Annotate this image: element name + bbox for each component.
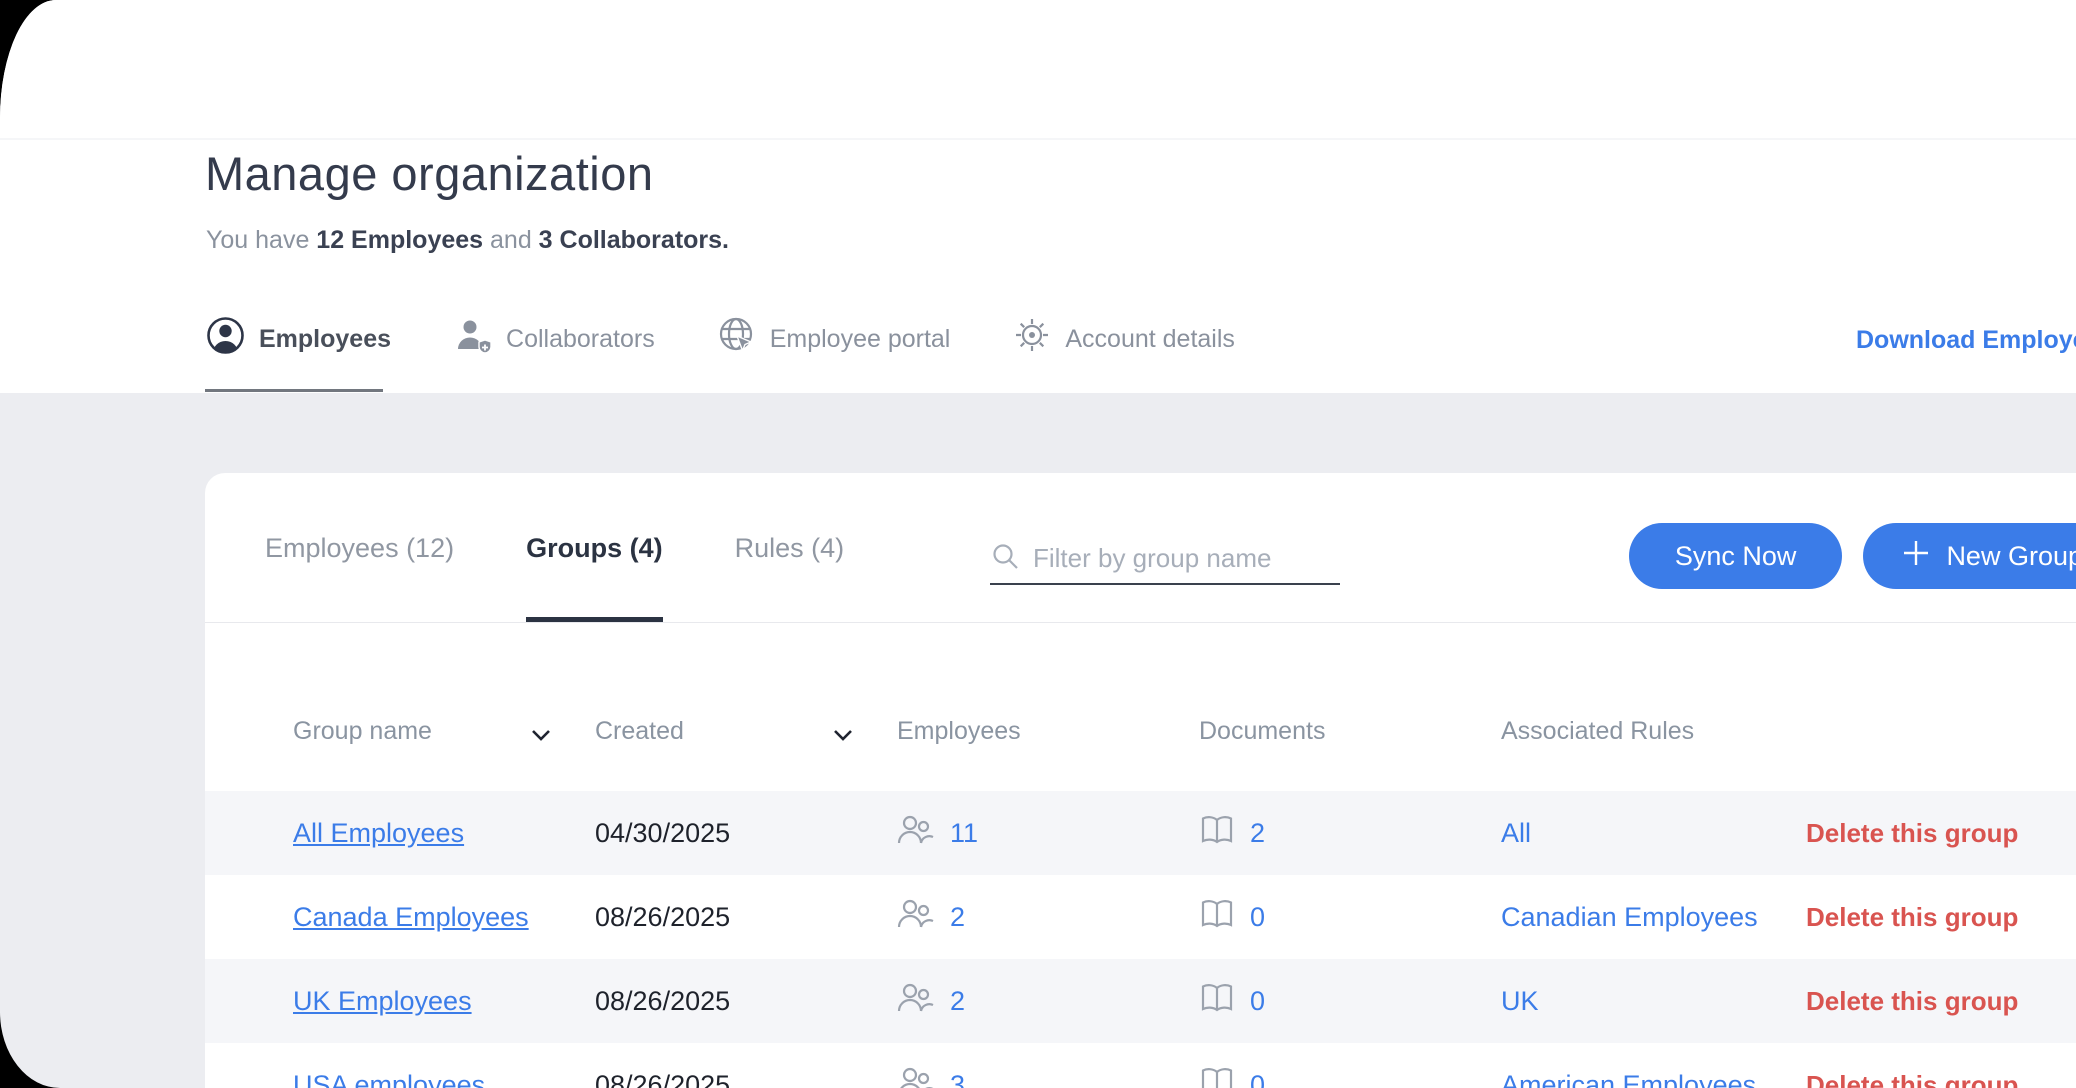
column-associated-rules: Associated Rules	[1501, 717, 1806, 746]
globe-cursor-icon	[717, 315, 757, 363]
documents-count-cell[interactable]: 0	[1199, 899, 1501, 936]
summary-prefix: You have	[206, 226, 316, 254]
table-row: UK Employees 08/26/2025 2	[205, 959, 2076, 1043]
created-cell: 04/30/2025	[595, 818, 897, 849]
documents-count: 0	[1250, 902, 1265, 933]
page-body: Employees (12) Groups (4) Rules (4) Sync…	[0, 393, 2076, 1088]
group-name-cell: UK Employees	[293, 986, 595, 1017]
group-name-cell: USA employees	[293, 1070, 595, 1088]
plus-icon	[1901, 538, 1931, 575]
card-tab-bar: Employees (12) Groups (4) Rules (4) Sync…	[205, 473, 2076, 623]
documents-count: 0	[1250, 986, 1265, 1017]
people-icon	[897, 982, 935, 1021]
associated-rules-link[interactable]: Canadian Employees	[1501, 902, 1806, 933]
associated-rules-link[interactable]: All	[1501, 818, 1806, 849]
delete-group-link[interactable]: Delete this group	[1806, 986, 2076, 1017]
column-group-name[interactable]: Group name	[293, 717, 595, 746]
book-icon	[1199, 815, 1235, 852]
table-row: Canada Employees 08/26/2025 2	[205, 875, 2076, 959]
table-body: All Employees 04/30/2025 11	[205, 791, 2076, 1088]
associated-rules-link[interactable]: UK	[1501, 986, 1806, 1017]
groups-card: Employees (12) Groups (4) Rules (4) Sync…	[205, 473, 2076, 1088]
sync-now-button[interactable]: Sync Now	[1629, 523, 1843, 589]
group-link[interactable]: USA employees	[293, 1070, 485, 1088]
subtab-groups[interactable]: Groups (4)	[526, 473, 663, 623]
card-tab-divider	[205, 622, 2076, 623]
employees-count-cell[interactable]: 3	[897, 1066, 1199, 1088]
people-icon	[897, 898, 935, 937]
tab-employee-portal[interactable]: Employee portal	[717, 315, 951, 363]
header-tabs: Employees Collaborators	[205, 310, 1235, 368]
group-name-cell: All Employees	[293, 818, 595, 849]
table-row: USA employees 08/26/2025 3	[205, 1043, 2076, 1088]
download-employees-link[interactable]: Download Employees	[1856, 326, 2076, 355]
tab-label: Collaborators	[506, 325, 655, 354]
card-actions: Sync Now New Group	[1629, 523, 2076, 589]
created-cell: 08/26/2025	[595, 902, 897, 933]
chevron-down-icon[interactable]	[832, 721, 854, 750]
documents-count-cell[interactable]: 0	[1199, 1067, 1501, 1088]
new-group-button[interactable]: New Group	[1863, 523, 2076, 589]
documents-count: 0	[1250, 1070, 1265, 1088]
tab-label: Employee portal	[770, 325, 951, 354]
employees-count: 11	[950, 818, 978, 849]
page-title: Manage organization	[205, 146, 653, 201]
table-row: All Employees 04/30/2025 11	[205, 791, 2076, 875]
created-cell: 08/26/2025	[595, 986, 897, 1017]
group-link[interactable]: UK Employees	[293, 986, 472, 1016]
tab-collaborators[interactable]: Collaborators	[453, 315, 655, 363]
search-icon	[990, 541, 1020, 576]
employee-count: 12 Employees	[316, 226, 483, 254]
app-window: Manage organization You have 12 Employee…	[0, 0, 2076, 1088]
created-cell: 08/26/2025	[595, 1070, 897, 1088]
delete-group-link[interactable]: Delete this group	[1806, 902, 2076, 933]
book-icon	[1199, 983, 1235, 1020]
tab-label: Employees	[259, 325, 391, 354]
active-tab-underline	[205, 389, 383, 392]
employees-count: 3	[950, 1070, 965, 1088]
group-name-cell: Canada Employees	[293, 902, 595, 933]
employees-count-cell[interactable]: 2	[897, 982, 1199, 1021]
org-summary: You have 12 Employees and 3 Collaborator…	[206, 226, 729, 255]
tab-account-details[interactable]: Account details	[1012, 315, 1235, 363]
subtab-rules[interactable]: Rules (4)	[735, 473, 845, 623]
documents-count-cell[interactable]: 2	[1199, 815, 1501, 852]
book-icon	[1199, 1067, 1235, 1088]
book-icon	[1199, 899, 1235, 936]
collaborator-count: 3 Collaborators	[539, 226, 722, 254]
delete-group-link[interactable]: Delete this group	[1806, 818, 2076, 849]
group-link[interactable]: All Employees	[293, 818, 464, 848]
associated-rules-link[interactable]: American Employees	[1501, 1070, 1806, 1088]
tab-label: Account details	[1065, 325, 1235, 354]
column-created[interactable]: Created	[595, 717, 897, 746]
subtab-employees[interactable]: Employees (12)	[265, 473, 454, 623]
column-documents: Documents	[1199, 717, 1501, 746]
people-icon	[897, 1066, 935, 1088]
people-icon	[897, 814, 935, 853]
button-label: New Group	[1946, 541, 2076, 572]
card-subtabs: Employees (12) Groups (4) Rules (4)	[265, 473, 844, 623]
chevron-down-icon[interactable]	[530, 721, 552, 750]
documents-count: 2	[1250, 818, 1265, 849]
table-header: Group name Created Employees Documents A…	[205, 623, 2076, 791]
tab-employees[interactable]: Employees	[205, 315, 391, 363]
summary-middle: and	[483, 226, 539, 254]
employees-count: 2	[950, 902, 965, 933]
gear-icon	[1012, 315, 1052, 363]
summary-suffix: .	[722, 226, 729, 254]
group-link[interactable]: Canada Employees	[293, 902, 529, 932]
documents-count-cell[interactable]: 0	[1199, 983, 1501, 1020]
person-shield-icon	[453, 315, 493, 363]
column-employees: Employees	[897, 717, 1199, 746]
delete-group-link[interactable]: Delete this group	[1806, 1070, 2076, 1088]
group-filter	[990, 533, 1340, 585]
employees-count: 2	[950, 986, 965, 1017]
employees-count-cell[interactable]: 11	[897, 814, 1199, 853]
filter-input[interactable]	[1033, 543, 1323, 574]
page-header: Manage organization You have 12 Employee…	[0, 0, 2076, 393]
person-circle-icon	[205, 315, 246, 363]
employees-count-cell[interactable]: 2	[897, 898, 1199, 937]
